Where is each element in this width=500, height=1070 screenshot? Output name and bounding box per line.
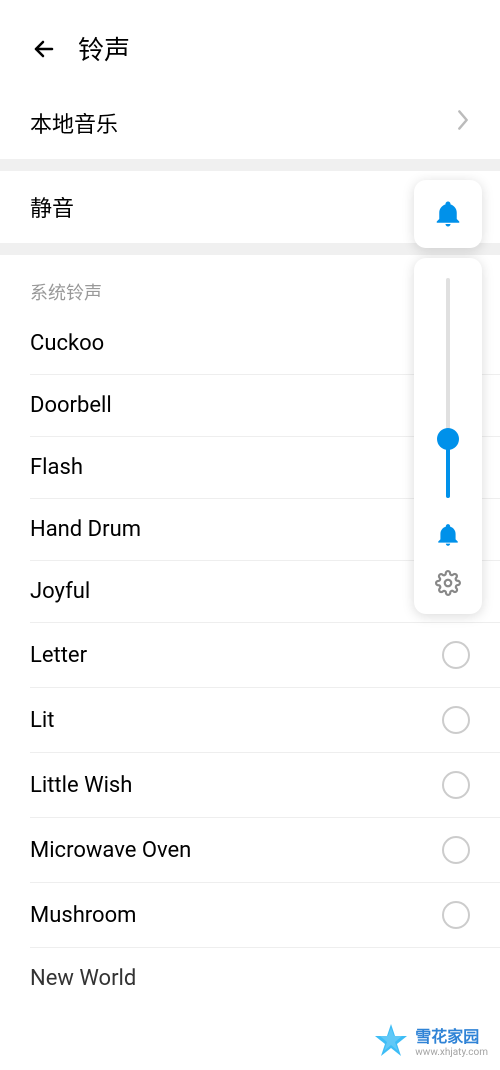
ringtone-item[interactable]: Lit: [0, 688, 500, 752]
watermark-url: www.xhjaty.com: [415, 1047, 488, 1058]
radio-button[interactable]: [442, 641, 470, 669]
radio-button[interactable]: [442, 836, 470, 864]
gear-icon: [435, 570, 461, 596]
volume-mode-button[interactable]: [414, 180, 482, 248]
ringtone-label: Joyful: [30, 579, 90, 604]
back-icon[interactable]: [30, 35, 58, 63]
bell-icon: [433, 199, 463, 229]
ringtone-label: Mushroom: [30, 903, 136, 928]
header: 铃声: [0, 0, 500, 87]
ringtone-label: Doorbell: [30, 393, 112, 418]
ringtone-label: Letter: [30, 643, 87, 668]
settings-button[interactable]: [435, 570, 461, 600]
ringtone-label: Lit: [30, 708, 54, 733]
ringtone-label: Microwave Oven: [30, 838, 191, 863]
ringtone-label: Cuckoo: [30, 331, 104, 356]
bell-icon: [435, 522, 461, 552]
ringtone-label: Hand Drum: [30, 517, 141, 542]
watermark-logo: [373, 1022, 409, 1058]
silent-label: 静音: [30, 191, 74, 223]
ringtone-item[interactable]: Mushroom: [0, 883, 500, 947]
watermark-name: 雪花家园: [415, 1023, 479, 1047]
local-music-item[interactable]: 本地音乐: [0, 87, 500, 159]
slider-thumb[interactable]: [437, 428, 459, 450]
chevron-right-icon: [456, 109, 470, 137]
local-music-label: 本地音乐: [30, 107, 118, 139]
volume-slider-panel: [414, 258, 482, 614]
page-title: 铃声: [78, 30, 130, 67]
volume-panel: [414, 180, 482, 614]
radio-button[interactable]: [442, 901, 470, 929]
separator: [0, 159, 500, 171]
ringtone-label: Flash: [30, 455, 83, 480]
ringtone-item[interactable]: Little Wish: [0, 753, 500, 817]
ringtone-label: Little Wish: [30, 773, 132, 798]
watermark: 雪花家园 www.xhjaty.com: [373, 1022, 488, 1058]
radio-button[interactable]: [442, 706, 470, 734]
ringtone-item[interactable]: Letter: [0, 623, 500, 687]
ringtone-item[interactable]: Microwave Oven: [0, 818, 500, 882]
radio-button[interactable]: [442, 771, 470, 799]
volume-slider[interactable]: [446, 278, 450, 498]
list-item[interactable]: New World: [0, 948, 500, 991]
